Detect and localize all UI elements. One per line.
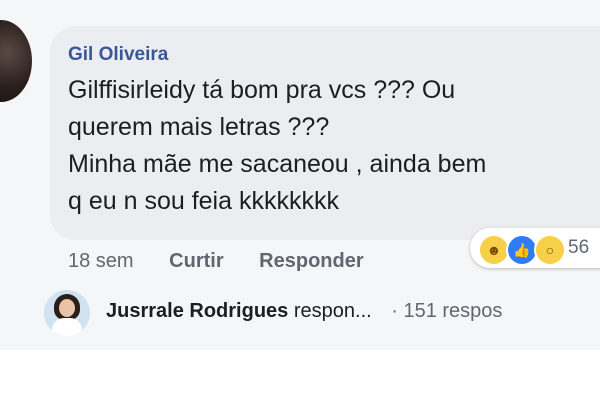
comment-actions: 18 sem Curtir Responder (68, 250, 364, 273)
comment-line: querem mais letras ??? (68, 113, 330, 141)
reply-author-name[interactable]: Jusrrale Rodrigues (106, 300, 288, 322)
reply-button[interactable]: Responder (259, 250, 363, 273)
reply-count[interactable]: · 151 respos (391, 300, 502, 322)
avatar-face (59, 299, 75, 317)
reply-preview-text[interactable]: Jusrrale Rodrigues respon... · 151 respo… (106, 300, 502, 323)
comment-line: q eu n sou feia kkkkkkkk (68, 187, 339, 215)
comment-text: Gilffisirleidy tá bom pra vcs ??? Ou que… (68, 72, 600, 220)
comment-line: Minha mãe me sacaneou , ainda bem (68, 150, 487, 178)
reply-preview[interactable]: Jusrrale Rodrigues respon... · 151 respo… (44, 290, 600, 336)
reply-action: respon... (293, 300, 372, 322)
comment-author[interactable]: Gil Oliveira (68, 44, 168, 66)
comment-thread: Gil Oliveira Gilffisirleidy tá bom pra v… (0, 0, 600, 350)
reaction-count: 56 (568, 237, 590, 258)
like-button[interactable]: Curtir (169, 250, 223, 273)
avatar-body (52, 318, 82, 336)
comment-line: Gilffisirleidy tá bom pra vcs ??? Ou (68, 76, 456, 104)
commenter-avatar[interactable] (0, 20, 32, 102)
comment-timestamp[interactable]: 18 sem (68, 250, 134, 273)
reply-author-avatar (44, 290, 90, 336)
wow-icon: ○ (534, 234, 566, 266)
reaction-summary[interactable]: ☻ 👍 ○ 56 (470, 228, 600, 268)
